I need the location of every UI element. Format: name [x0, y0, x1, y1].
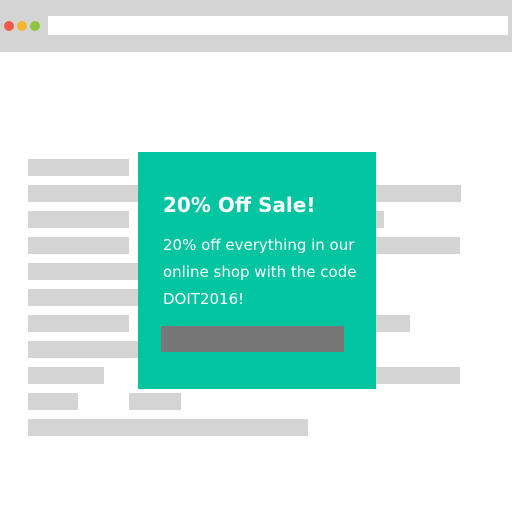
- minimize-window-icon[interactable]: [17, 21, 27, 31]
- text-placeholder-line: [28, 289, 138, 306]
- text-placeholder-line: [28, 263, 138, 280]
- text-placeholder-line: [28, 419, 308, 436]
- text-placeholder-line: [129, 393, 181, 410]
- text-placeholder-line: [28, 367, 104, 384]
- close-window-icon[interactable]: [4, 21, 14, 31]
- text-placeholder-line: [376, 367, 460, 384]
- sale-popup: 20% Off Sale! 20% off everything in our …: [138, 152, 376, 389]
- browser-title-bar: [0, 0, 512, 52]
- text-placeholder-line: [28, 393, 78, 410]
- popup-title: 20% Off Sale!: [163, 193, 316, 217]
- text-placeholder-line: [28, 211, 129, 228]
- text-placeholder-line: [376, 185, 461, 202]
- popup-cta-button[interactable]: [161, 326, 344, 352]
- address-bar[interactable]: [48, 16, 508, 35]
- text-placeholder-line: [28, 159, 129, 176]
- text-placeholder-line: [28, 341, 138, 358]
- maximize-window-icon[interactable]: [30, 21, 40, 31]
- text-placeholder-line: [28, 315, 129, 332]
- text-placeholder-line: [376, 315, 410, 332]
- popup-message: 20% off everything in our online shop wi…: [163, 236, 357, 308]
- text-placeholder-line: [28, 185, 138, 202]
- text-placeholder-line: [376, 211, 384, 228]
- text-placeholder-line: [28, 237, 129, 254]
- text-placeholder-line: [376, 237, 460, 254]
